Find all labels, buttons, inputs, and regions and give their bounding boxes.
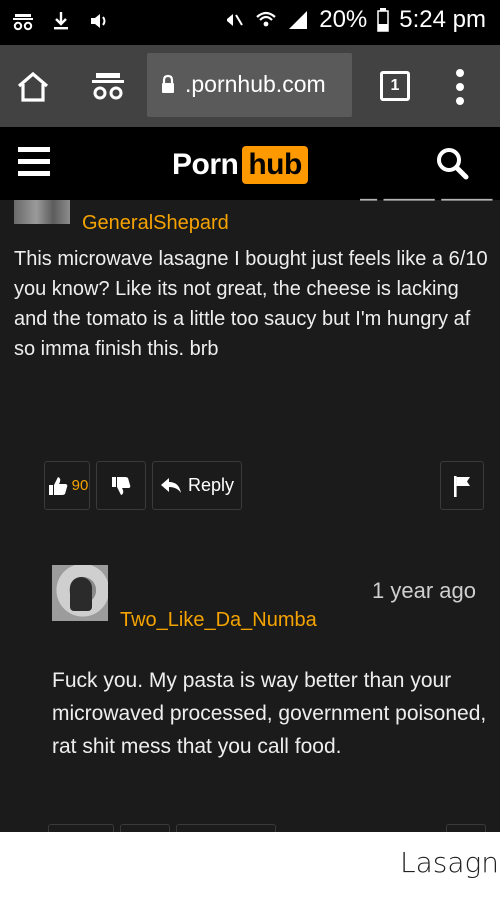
site-logo[interactable]: Porn hub: [172, 144, 308, 186]
meme-caption: Lasagna: [400, 846, 500, 879]
battery-icon: [377, 8, 390, 32]
home-icon[interactable]: [16, 71, 50, 103]
logo-text: Porn: [172, 148, 239, 181]
comment-username[interactable]: GeneralShepard: [82, 212, 229, 235]
upvote-button[interactable]: [48, 824, 114, 832]
logo-highlight: hub: [242, 146, 308, 184]
search-icon[interactable]: [434, 145, 470, 181]
downvote-button[interactable]: [96, 461, 146, 510]
tab-switcher-button[interactable]: 1: [380, 71, 410, 101]
overflow-menu-icon[interactable]: [450, 65, 470, 111]
hamburger-menu-icon[interactable]: [18, 147, 50, 179]
site-header: Porn hub: [0, 127, 500, 200]
upvote-count: 90: [71, 477, 89, 494]
upvote-button[interactable]: 90: [44, 461, 90, 510]
browser-toolbar: .pornhub.com 1: [0, 45, 500, 127]
avatar[interactable]: [14, 200, 70, 224]
sound-icon: [91, 14, 106, 28]
reply-button[interactable]: [176, 824, 276, 832]
cut-off-timestamp: ─ ─── ───: [360, 196, 500, 208]
flag-icon: [454, 475, 470, 497]
download-icon: [54, 12, 68, 30]
incognito-icon[interactable]: [90, 67, 126, 103]
flag-button-stub: [446, 824, 486, 832]
reply-button[interactable]: Reply: [152, 461, 242, 510]
incognito-icon: [13, 14, 33, 31]
address-bar[interactable]: .pornhub.com: [147, 53, 352, 117]
flag-button[interactable]: [440, 461, 484, 510]
battery-percent: 20%: [319, 6, 368, 33]
comment-actions: 90 Reply: [44, 461, 242, 510]
comment-text: This microwave lasagne I bought just fee…: [14, 248, 488, 360]
thumbs-up-icon: [48, 476, 67, 495]
comment-timestamp: 1 year ago: [372, 578, 476, 603]
reply-arrow-icon: [160, 477, 181, 493]
avatar[interactable]: [52, 565, 108, 621]
comment-username[interactable]: Two_Like_Da_Numba: [120, 609, 317, 632]
lock-icon: [162, 74, 174, 93]
signal-icon: [289, 11, 308, 29]
status-time: 5:24 pm: [399, 6, 486, 33]
flag-button[interactable]: [446, 824, 486, 832]
comment-text: Fuck you. My pasta is way better than yo…: [52, 669, 487, 758]
reply-label: Reply: [187, 475, 235, 495]
status-bar: 20% 5:24 pm: [0, 0, 500, 45]
thumbs-down-icon: [112, 476, 131, 495]
downvote-button[interactable]: [120, 824, 170, 832]
wifi-icon: [256, 11, 276, 27]
screenshot: 20% 5:24 pm .pornhub.com 1 Porn hub Gene…: [0, 0, 500, 832]
mute-icon: [227, 14, 244, 26]
url-text: .pornhub.com: [185, 71, 326, 97]
comment-actions: [48, 824, 276, 832]
